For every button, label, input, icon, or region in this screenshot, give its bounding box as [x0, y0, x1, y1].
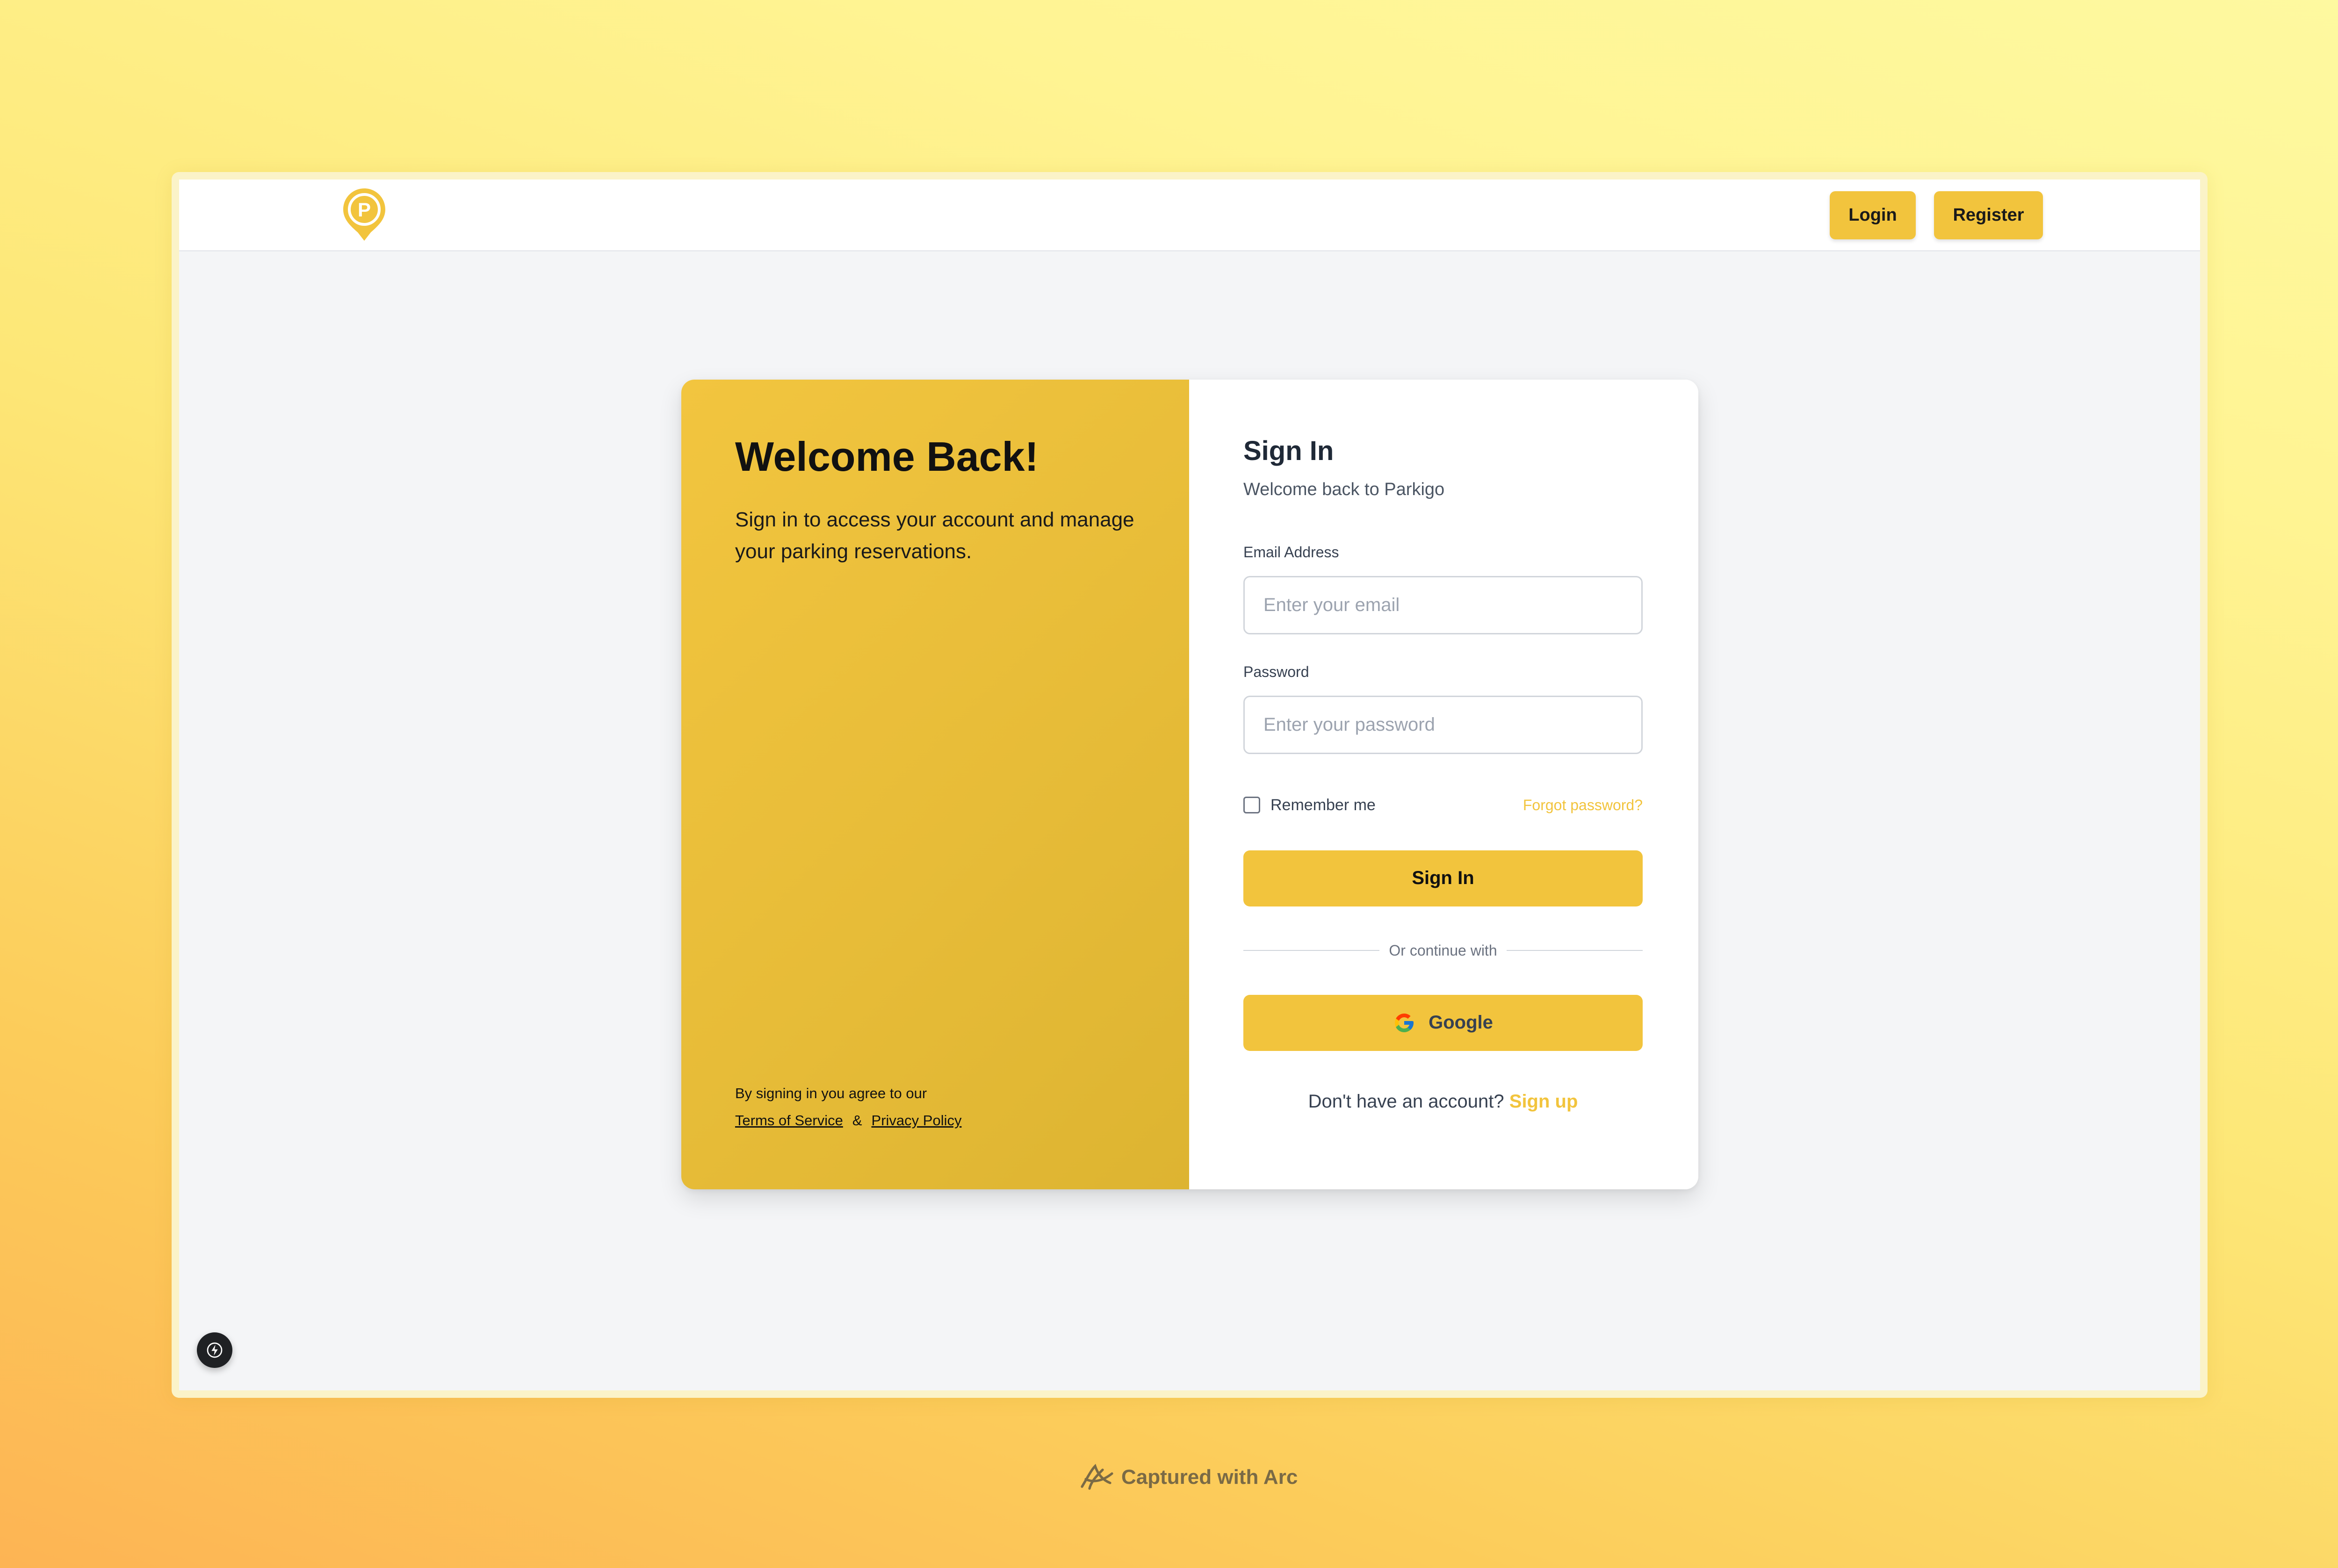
google-label: Google: [1429, 1012, 1493, 1033]
email-field[interactable]: [1243, 575, 1643, 634]
login-button[interactable]: Login: [1830, 191, 1916, 239]
google-icon: [1395, 1013, 1414, 1032]
remember-me-checkbox[interactable]: [1243, 797, 1260, 814]
google-sign-in-button[interactable]: Google: [1243, 994, 1643, 1051]
remember-me-label: Remember me: [1270, 796, 1376, 814]
remember-row: Remember me Forgot password?: [1243, 796, 1643, 814]
arc-logo-icon: [1081, 1464, 1113, 1490]
email-label: Email Address: [1243, 543, 1339, 561]
sign-in-button[interactable]: Sign In: [1243, 850, 1643, 906]
divider-line-left: [1243, 950, 1380, 951]
password-field[interactable]: [1243, 695, 1643, 754]
capture-caption-text: Captured with Arc: [1121, 1466, 1298, 1489]
sign-up-link[interactable]: Sign up: [1509, 1091, 1578, 1112]
signup-prompt: Don't have an account?: [1308, 1091, 1504, 1112]
navbar: P Login Register: [179, 180, 2200, 252]
divider: Or continue with: [1243, 942, 1643, 959]
parking-pin-logo-icon[interactable]: P: [341, 187, 388, 243]
welcome-panel: Welcome Back! Sign in to access your acc…: [681, 380, 1189, 1189]
dev-tools-bolt-button[interactable]: [197, 1332, 232, 1368]
legal-prefix: By signing in you agree to our: [735, 1085, 927, 1101]
privacy-policy-link[interactable]: Privacy Policy: [872, 1112, 962, 1129]
legal-ampersand: &: [852, 1112, 862, 1129]
app-window: P Login Register Welcome Back! Sign in t…: [179, 180, 2200, 1390]
forgot-password-link[interactable]: Forgot password?: [1523, 797, 1643, 814]
svg-text:P: P: [358, 199, 371, 221]
sign-in-form: Sign In Welcome back to Parkigo Email Ad…: [1189, 380, 1698, 1189]
bolt-icon: [207, 1342, 223, 1358]
sign-in-card: Welcome Back! Sign in to access your acc…: [681, 380, 1698, 1189]
legal-notice: By signing in you agree to our Terms of …: [735, 1080, 961, 1134]
register-button[interactable]: Register: [1934, 191, 2043, 239]
form-subtitle: Welcome back to Parkigo: [1243, 479, 1445, 499]
welcome-subtitle: Sign in to access your account and manag…: [735, 508, 1134, 563]
signup-row: Don't have an account? Sign up: [1243, 1091, 1643, 1112]
divider-line-right: [1506, 950, 1643, 951]
form-title: Sign In: [1243, 436, 1334, 466]
terms-of-service-link[interactable]: Terms of Service: [735, 1112, 843, 1129]
password-label: Password: [1243, 663, 1309, 680]
welcome-title: Welcome Back!: [735, 433, 1039, 480]
divider-text: Or continue with: [1389, 942, 1497, 959]
remember-me-toggle[interactable]: Remember me: [1243, 796, 1376, 814]
capture-caption: Captured with Arc: [1078, 1462, 1298, 1492]
browser-frame: P Login Register Welcome Back! Sign in t…: [172, 172, 2208, 1398]
